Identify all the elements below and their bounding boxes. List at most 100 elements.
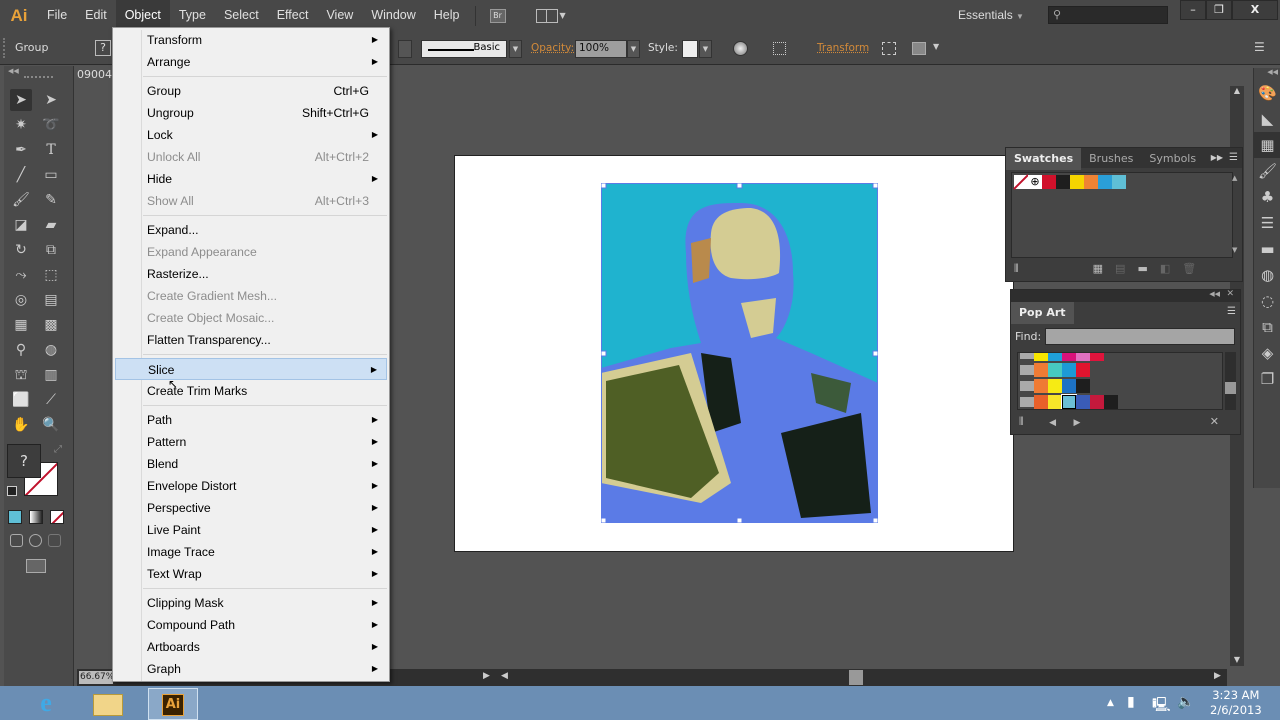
pop-art-swatch[interactable] [1048,353,1062,361]
pop-art-swatch[interactable] [1034,353,1048,361]
zoom-level-field[interactable]: 66.67% [79,671,113,684]
swatch[interactable] [1098,175,1112,189]
menu-edit[interactable]: Edit [76,0,116,31]
appearance-icon[interactable]: ◌ [1254,288,1280,314]
swatch[interactable] [1112,175,1126,189]
menu-item-group[interactable]: Group Ctrl+G [115,80,387,102]
mesh-tool-icon[interactable]: ▦ [10,314,32,336]
network-icon[interactable]: 🖳 [1152,694,1171,718]
tab-swatches[interactable]: Swatches [1006,148,1082,170]
menu-item-pattern[interactable]: Pattern ▶ [115,431,387,453]
variable-width-profile[interactable]: Basic [421,40,507,58]
menu-item-path[interactable]: Path ▶ [115,409,387,431]
stroke-weight-dropdown[interactable] [398,40,412,58]
pop-art-swatch[interactable] [1090,353,1104,361]
swatch-libraries-icon[interactable]: ⫴ [1019,415,1024,428]
horizontal-scroll-right-arrow[interactable]: ▶ [1214,671,1221,681]
clock[interactable]: 3:23 AM 2/6/2013 [1210,688,1262,718]
menu-item-text-wrap[interactable]: Text Wrap ▶ [115,563,387,585]
power-icon[interactable]: ▮ [1127,694,1135,710]
panel-grip[interactable] [24,76,53,86]
symbols-icon[interactable]: ♣ [1254,184,1280,210]
gradient-tool-icon[interactable]: ▩ [40,314,62,336]
swatch-registration[interactable]: ⊕ [1028,175,1042,189]
brushes-icon[interactable]: 🖌 [1254,158,1280,184]
width-tool-icon[interactable]: ⤳ [10,264,32,286]
draw-normal-icon[interactable] [10,534,23,547]
pop-art-swatch[interactable] [1048,363,1062,377]
gradient-icon[interactable]: ▬ [1254,236,1280,262]
eyedropper-tool-icon[interactable]: ⚲ [10,339,32,361]
opacity-input[interactable]: 100% [575,40,627,58]
color-mode-button[interactable] [8,510,22,524]
artboards-icon[interactable]: ❐ [1254,366,1280,392]
panel-menu-icon[interactable]: ☰ [1229,148,1242,168]
close-icon[interactable]: ✕ [1226,289,1234,299]
line-tool-icon[interactable]: ╱ [10,164,32,186]
color-group-folder-icon[interactable] [1020,353,1034,359]
rectangle-tool-icon[interactable]: ▭ [40,164,62,186]
pop-art-swatch[interactable] [1076,363,1090,377]
pop-art-swatch[interactable] [1048,379,1062,393]
add-to-swatches-icon[interactable]: ✕ [1210,415,1219,428]
swatch-none[interactable] [1013,174,1029,190]
swatches-icon[interactable]: ▦ [1254,132,1280,158]
type-tool-icon[interactable]: T [40,139,62,161]
lasso-tool-icon[interactable]: ➰ [40,114,62,136]
tab-symbols[interactable]: Symbols [1141,148,1204,170]
free-transform-tool-icon[interactable]: ⬚ [40,264,62,286]
pop-art-swatch[interactable] [1061,394,1077,409]
pop-art-swatch[interactable] [1062,363,1076,377]
menu-help[interactable]: Help [425,0,469,31]
color-group-folder-icon[interactable] [1020,381,1034,391]
pop-art-swatch[interactable] [1034,395,1048,409]
search-input[interactable]: ⚲ [1048,6,1168,24]
expand-panel-icon[interactable]: ▶▶ [1211,148,1229,168]
menu-item-envelope-distort[interactable]: Envelope Distort ▶ [115,475,387,497]
pop-art-swatch[interactable] [1062,353,1076,361]
menu-item-artboards[interactable]: Artboards ▶ [115,636,387,658]
pop-art-swatch[interactable] [1076,395,1090,409]
menu-item-image-trace[interactable]: Image Trace ▶ [115,541,387,563]
pop-art-scrollbar[interactable] [1225,352,1236,410]
menu-item-hide[interactable]: Hide ▶ [115,168,387,190]
show-hidden-icons[interactable]: ▲ [1107,698,1114,708]
pop-art-swatch[interactable] [1048,395,1062,409]
tab-brushes[interactable]: Brushes [1081,148,1141,170]
color-panel-icon[interactable]: 🎨 [1254,80,1280,106]
menu-item-create-trim-marks[interactable]: Create Trim Marks [115,380,387,402]
scroll-thumb[interactable] [1225,382,1236,394]
swatch-options-icon[interactable]: ▤ [1115,262,1125,276]
new-swatch-icon[interactable]: ◧ [1160,262,1170,276]
swap-fill-stroke-icon[interactable]: ⤢ [54,444,62,455]
workspace-switcher[interactable]: Essentials ▼ [958,8,1024,22]
graphic-style-swatch[interactable] [682,40,698,58]
pop-art-swatch[interactable] [1076,353,1090,361]
bridge-button[interactable]: Br [489,8,506,23]
shape-builder-tool-icon[interactable]: ◎ [10,289,32,311]
blend-tool-icon[interactable]: ◍ [40,339,62,361]
collapse-panel-icon[interactable]: ◀◀ [4,66,73,76]
pop-art-swatch[interactable] [1034,363,1048,377]
change-screen-mode-icon[interactable] [26,559,46,573]
blob-brush-tool-icon[interactable]: ◪ [10,214,32,236]
menu-item-expand[interactable]: Expand... [115,219,387,241]
pop-art-swatch[interactable] [1062,379,1076,393]
swatch[interactable] [1084,175,1098,189]
tab-pop-art[interactable]: Pop Art [1011,302,1074,324]
opacity-dropdown-arrow[interactable]: ▼ [627,40,640,58]
menu-item-perspective[interactable]: Perspective ▶ [115,497,387,519]
graphic-styles-icon[interactable]: ⧉ [1254,314,1280,340]
pen-tool-icon[interactable]: ✒ [10,139,32,161]
panel-menu-icon[interactable]: ☰ [1254,40,1265,54]
selection-tool-icon[interactable]: ➤ [10,89,32,111]
menu-item-arrange[interactable]: Arrange ▶ [115,51,387,73]
hand-tool-icon[interactable]: ✋ [10,414,32,436]
magic-wand-tool-icon[interactable]: ✷ [10,114,32,136]
taskbar-file-explorer[interactable] [86,688,130,720]
menu-item-flatten-transparency[interactable]: Flatten Transparency... [115,329,387,351]
arrange-documents-button[interactable] [535,8,558,23]
grip-handle[interactable] [3,37,7,58]
perspective-grid-tool-icon[interactable]: ▤ [40,289,62,311]
slice-tool-icon[interactable]: ⟋ [40,389,62,411]
